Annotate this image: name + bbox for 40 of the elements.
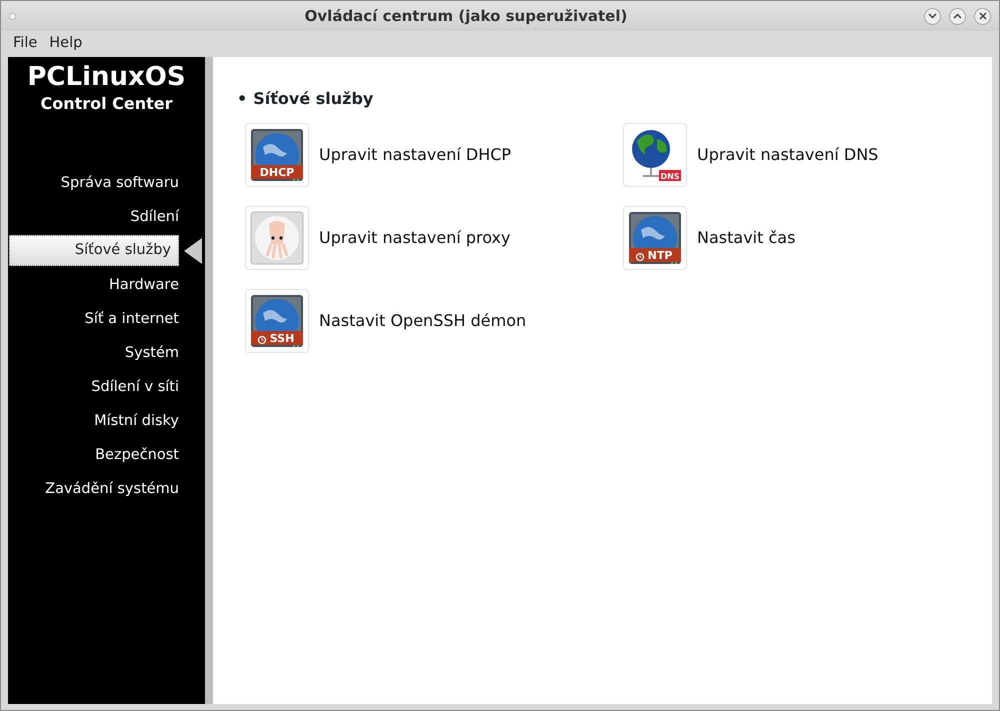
sidebar-item[interactable]: Hardware	[8, 268, 205, 302]
tool-launcher[interactable]: Upravit nastavení proxy	[245, 206, 623, 270]
bullet-icon: •	[237, 89, 248, 108]
window-menu-dot-icon[interactable]	[9, 12, 16, 20]
icon-badge-text: DNS	[660, 172, 680, 181]
tool-launcher[interactable]: DHCP Upravit nastavení DHCP	[245, 123, 623, 187]
icon-badge-text: SSH	[270, 332, 294, 345]
tool-launcher[interactable]: SSH Nastavit OpenSSH démon	[245, 289, 623, 353]
sidebar-item[interactable]: Bezpečnost	[8, 438, 205, 472]
minimize-button[interactable]	[924, 8, 941, 24]
section-title: Síťové služby	[253, 89, 374, 108]
server-globe-icon	[251, 129, 303, 181]
logo-title: PCLinuxOS	[26, 63, 187, 92]
server-globe-icon	[629, 212, 681, 264]
icon-badge-text: NTP	[648, 249, 672, 262]
selection-pointer-icon	[184, 238, 202, 264]
chevron-up-icon	[953, 13, 962, 19]
icon-badge-text: DHCP	[260, 166, 294, 179]
tool-launcher[interactable]: NTP Nastavit čas	[623, 206, 968, 270]
menu-item[interactable]: Help	[43, 33, 88, 55]
sidebar-item[interactable]: Síť a internet	[8, 302, 205, 336]
clock-icon	[636, 252, 644, 262]
menu-item[interactable]: File	[7, 33, 44, 55]
logo-subtitle: Control Center	[39, 92, 174, 115]
close-button[interactable]	[974, 8, 991, 24]
server-globe-icon	[251, 295, 303, 347]
chevron-down-icon	[928, 13, 937, 19]
window-title: Ovládací centrum (jako superuživatel)	[304, 6, 628, 27]
close-icon	[978, 12, 986, 20]
tool-launcher[interactable]: DNS Upravit nastavení DNS	[623, 123, 968, 187]
sidebar-item[interactable]: Místní disky	[8, 404, 205, 438]
sidebar-item[interactable]: Správa softwaru	[8, 166, 205, 200]
sidebar-item[interactable]: Zavádění systému	[8, 472, 205, 506]
globe-icon	[632, 130, 681, 181]
sidebar-item[interactable]: Systém	[8, 336, 205, 370]
squid-icon	[250, 212, 304, 264]
sidebar-item[interactable]: Sdílení	[8, 200, 205, 234]
maximize-button[interactable]	[949, 8, 966, 24]
clock-icon	[258, 336, 266, 344]
sidebar-item[interactable]: Sdílení v síti	[8, 370, 205, 404]
